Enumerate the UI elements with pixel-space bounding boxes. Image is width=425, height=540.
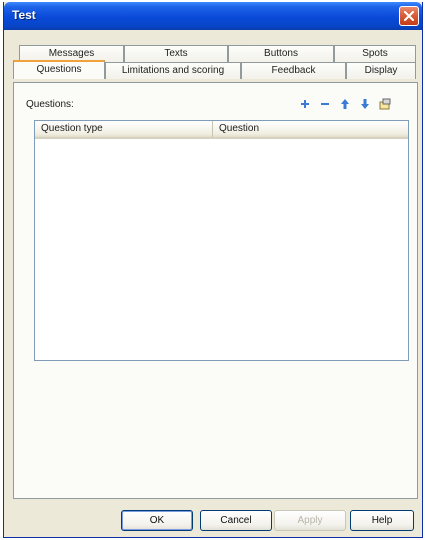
help-button[interactable]: Help (350, 510, 414, 531)
tab-limitations-and-scoring[interactable]: Limitations and scoring (105, 62, 241, 79)
title-bar[interactable]: Test (4, 2, 422, 30)
tab-buttons[interactable]: Buttons (228, 45, 334, 62)
apply-button[interactable]: Apply (274, 510, 346, 531)
add-icon[interactable] (298, 97, 312, 111)
column-header-question[interactable]: Question (213, 121, 408, 137)
questions-toolbar (298, 96, 392, 112)
questions-label: Questions: (26, 99, 74, 110)
dialog-buttons: OK Cancel Apply Help (4, 510, 422, 534)
close-icon (404, 11, 414, 21)
tab-spots[interactable]: Spots (334, 45, 416, 62)
remove-icon[interactable] (318, 97, 332, 111)
move-down-icon[interactable] (358, 97, 372, 111)
tab-feedback[interactable]: Feedback (241, 62, 346, 79)
tab-strip: Messages Texts Buttons Spots Questions L… (11, 38, 421, 84)
column-header-question-type[interactable]: Question type (35, 121, 213, 137)
properties-icon[interactable] (378, 97, 392, 111)
close-button[interactable] (399, 6, 419, 26)
move-up-icon[interactable] (338, 97, 352, 111)
test-dialog: Test Messages Texts Buttons Spots Questi… (3, 2, 423, 538)
list-header: Question type Question (35, 121, 408, 139)
tab-texts[interactable]: Texts (124, 45, 228, 62)
ok-button[interactable]: OK (121, 510, 193, 531)
tab-questions[interactable]: Questions (13, 60, 105, 79)
questions-list[interactable]: Question type Question (34, 120, 409, 361)
window-title: Test (12, 8, 36, 22)
cancel-button[interactable]: Cancel (200, 510, 272, 531)
tab-display[interactable]: Display (346, 62, 416, 79)
